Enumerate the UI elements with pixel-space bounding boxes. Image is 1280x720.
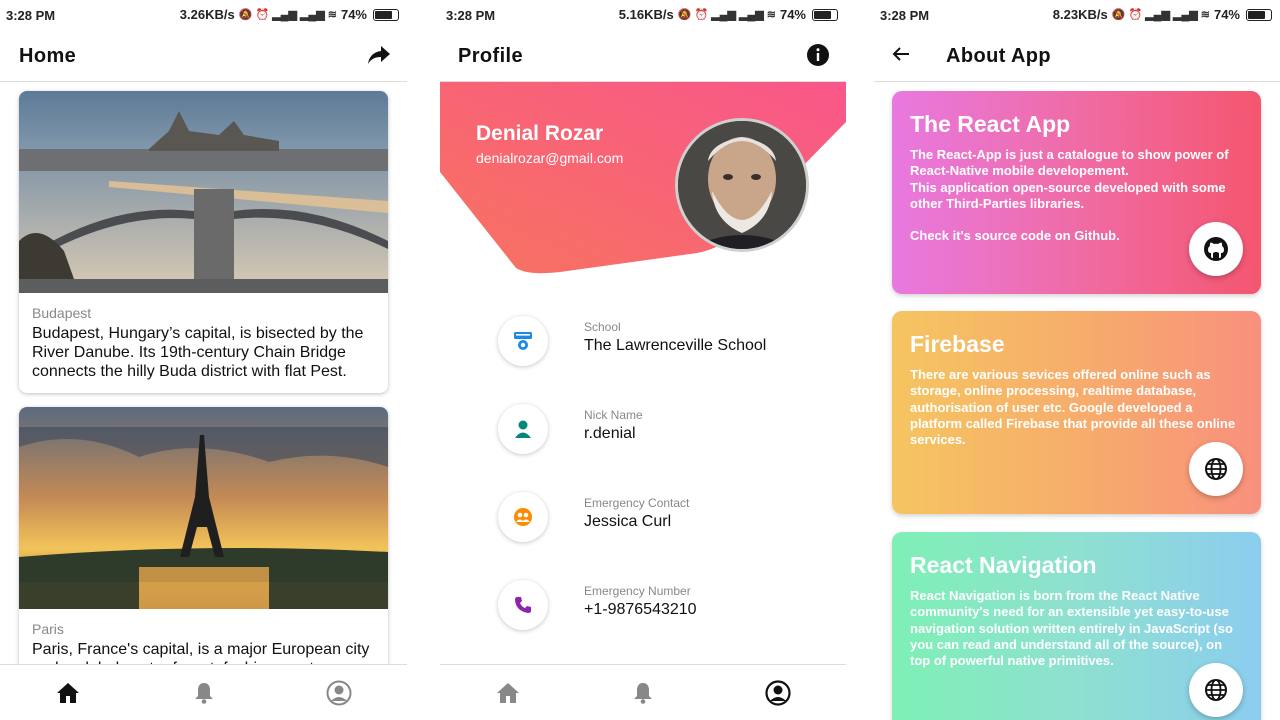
home-screen: 3:28 PM 3.26KB/s 🔕 ⏰ ▂▄▆ ▂▄▆ ≋ 74% Home <box>0 0 407 720</box>
paris-image <box>19 407 388 609</box>
field-value: r.denial <box>584 425 636 442</box>
battery-icon <box>1246 8 1272 21</box>
bottom-tab-bar <box>0 664 407 720</box>
app-header: Home <box>0 30 407 82</box>
status-time: 3:28 PM <box>6 8 56 23</box>
home-icon <box>496 682 519 703</box>
card-title: Firebase <box>910 331 1005 357</box>
field-value: +1-9876543210 <box>584 601 697 618</box>
avatar <box>675 118 809 252</box>
person-icon <box>498 404 548 454</box>
battery-percent: 74% <box>1213 7 1240 22</box>
tab-profile[interactable] <box>271 665 407 720</box>
battery-icon <box>373 8 399 21</box>
field-value: Jessica Curl <box>584 513 672 530</box>
info-icon[interactable] <box>806 43 830 72</box>
network-speed: 5.16KB/s <box>618 7 674 22</box>
network-speed: 8.23KB/s <box>1052 7 1108 22</box>
tab-profile[interactable] <box>711 665 846 720</box>
github-button[interactable] <box>1189 222 1243 276</box>
status-time: 3:28 PM <box>880 8 930 23</box>
react-navigation-link-button[interactable] <box>1189 663 1243 717</box>
page-title: Home <box>19 45 77 67</box>
bottom-tab-bar <box>440 664 846 720</box>
school-badge-icon <box>498 316 548 366</box>
budapest-image <box>19 91 388 293</box>
card-description: Paris, France's capital, is a major Euro… <box>32 641 370 664</box>
phone-icon <box>498 580 548 630</box>
home-icon <box>56 682 79 703</box>
city-card[interactable]: Paris Paris, France's capital, is a majo… <box>19 407 388 664</box>
back-arrow-icon[interactable] <box>892 46 910 67</box>
field-label: Emergency Contact <box>584 496 690 510</box>
about-card-react-app: The React App The React-App is just a ca… <box>892 91 1261 294</box>
tab-home[interactable] <box>0 665 136 720</box>
field-label: Emergency Number <box>584 584 691 598</box>
battery-percent: 74% <box>340 7 367 22</box>
field-label: School <box>584 320 621 334</box>
status-bar: 3:28 PM 3.26KB/s 🔕 ⏰ ▂▄▆ ▂▄▆ ≋ 74% <box>0 0 407 30</box>
signal-icons: 🔕 ⏰ ▂▄▆ ▂▄▆ ≋ <box>677 9 776 21</box>
field-value: The Lawrenceville School <box>584 337 767 354</box>
info-row-emergency-contact: Emergency Contact Jessica Curl <box>498 492 828 552</box>
github-icon <box>1204 237 1228 261</box>
bell-icon <box>633 682 652 704</box>
tab-notifications[interactable] <box>575 665 710 720</box>
card-text: There are various sevices offered online… <box>910 367 1236 448</box>
user-circle-icon <box>326 680 352 705</box>
globe-icon <box>1205 679 1227 701</box>
card-title: React Navigation <box>910 552 1097 578</box>
tab-notifications[interactable] <box>136 665 272 720</box>
bell-icon <box>194 682 213 704</box>
app-header: About App <box>874 30 1280 82</box>
network-speed: 3.26KB/s <box>179 7 235 22</box>
contacts-icon <box>498 492 548 542</box>
info-row-nickname: Nick Name r.denial <box>498 404 828 464</box>
battery-icon <box>812 8 838 21</box>
battery-percent: 74% <box>779 7 806 22</box>
profile-email: denialrozar@gmail.com <box>476 150 624 166</box>
card-description: Budapest, Hungary’s capital, is bisected… <box>32 325 364 380</box>
status-bar: 3:28 PM 8.23KB/s 🔕 ⏰ ▂▄▆ ▂▄▆ ≋ 74% <box>874 0 1280 30</box>
page-title: About App <box>946 45 1052 67</box>
info-row-emergency-number: Emergency Number +1-9876543210 <box>498 580 828 640</box>
card-text: The React-App is just a catalogue to sho… <box>910 147 1229 244</box>
signal-icons: 🔕 ⏰ ▂▄▆ ▂▄▆ ≋ <box>1111 9 1210 21</box>
globe-icon <box>1205 458 1227 480</box>
tab-home[interactable] <box>440 665 575 720</box>
card-text: React Navigation is born from the React … <box>910 588 1233 669</box>
profile-screen: 3:28 PM 5.16KB/s 🔕 ⏰ ▂▄▆ ▂▄▆ ≋ 74% Profi… <box>440 0 846 720</box>
profile-name: Denial Rozar <box>476 122 604 145</box>
city-feed: Budapest Budapest, Hungary’s capital, is… <box>0 83 407 664</box>
app-header: Profile <box>440 30 846 82</box>
status-bar: 3:28 PM 5.16KB/s 🔕 ⏰ ▂▄▆ ▂▄▆ ≋ 74% <box>440 0 846 30</box>
city-card[interactable]: Budapest Budapest, Hungary’s capital, is… <box>19 91 388 393</box>
share-icon[interactable] <box>367 44 391 71</box>
about-card-react-navigation: React Navigation React Navigation is bor… <box>892 532 1261 720</box>
status-time: 3:28 PM <box>446 8 496 23</box>
info-row-school: School The Lawrenceville School <box>498 316 828 376</box>
about-screen: 3:28 PM 8.23KB/s 🔕 ⏰ ▂▄▆ ▂▄▆ ≋ 74% About… <box>874 0 1280 720</box>
firebase-link-button[interactable] <box>1189 442 1243 496</box>
card-city: Budapest <box>32 305 92 321</box>
card-city: Paris <box>32 621 64 637</box>
user-circle-icon <box>765 679 791 706</box>
card-title: The React App <box>910 111 1071 137</box>
signal-icons: 🔕 ⏰ ▂▄▆ ▂▄▆ ≋ <box>238 9 337 21</box>
about-card-firebase: Firebase There are various sevices offer… <box>892 311 1261 514</box>
page-title: Profile <box>458 45 524 67</box>
field-label: Nick Name <box>584 408 643 422</box>
